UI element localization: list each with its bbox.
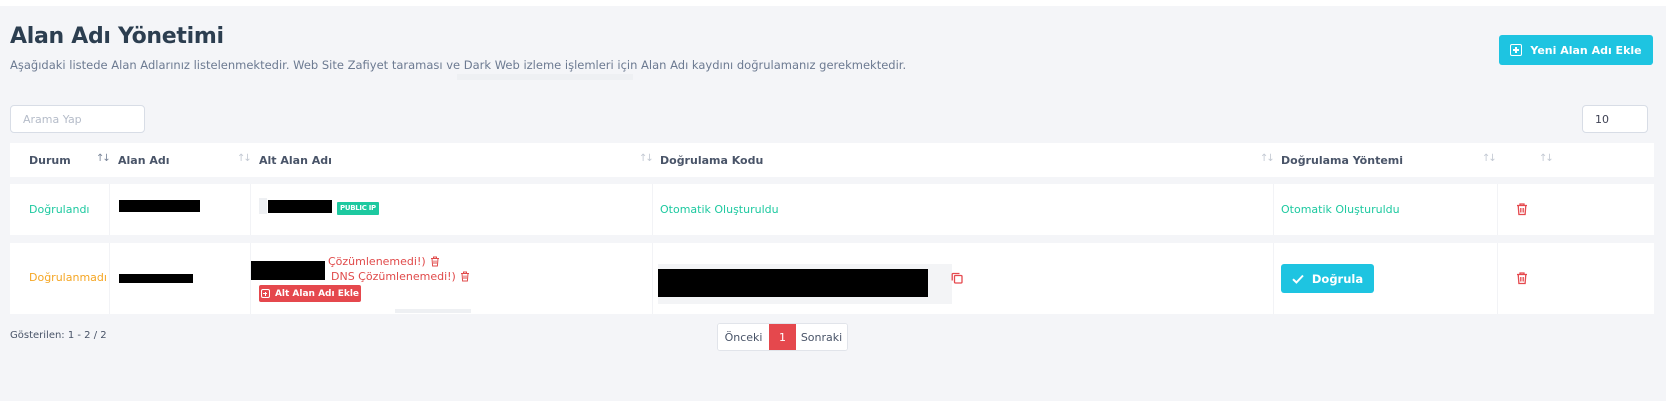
column-header-verification-code[interactable]: Doğrulama Kodu [660,143,763,177]
redacted-subdomain [268,200,332,213]
page-size-value: 10 [1595,112,1609,126]
table-row: Doğrulandı PUBLIC IP Otomatik Oluşturuld… [10,184,1654,235]
cell-divider [1497,184,1498,235]
column-header-label: Doğrulama Yöntemi [1281,153,1404,167]
error-text: DNS Çözümlenemedi!) [331,270,456,283]
faint-artifact [457,74,633,80]
column-header-label: Alan Adı [118,153,170,167]
sort-icon[interactable]: ↑↓ [1260,153,1275,164]
column-header-label: Durum [29,153,71,167]
cell-divider [652,243,653,314]
verification-code: Otomatik Oluşturuldu [660,203,779,216]
subdomain-error: Çözümlenemedi!) [328,255,440,268]
column-header-status[interactable]: Durum [29,143,71,177]
page-title: Alan Adı Yönetimi [10,24,224,49]
redacted-domain [119,200,200,212]
public-ip-badge: PUBLIC IP [337,202,379,215]
sort-icon[interactable]: ↑↓ [96,153,111,164]
plus-square-icon [260,289,270,298]
verify-button[interactable]: Doğrula [1281,264,1374,293]
redacted-subdomain [251,261,325,280]
check-icon [1292,274,1304,284]
search-input[interactable] [10,105,145,133]
pagination: Önceki 1 Sonraki [717,323,848,351]
cell-divider [1273,243,1274,314]
faint-artifact [395,309,471,313]
page-subtitle: Aşağıdaki listede Alan Adlarınız listele… [10,58,907,72]
status-badge: Doğrulandı [29,203,90,216]
table-header: Durum ↑↓ Alan Adı ↑↓ Alt Alan Adı ↑↓ Doğ… [10,143,1654,177]
cell-divider [109,243,110,314]
page-background: Alan Adı Yönetimi Aşağıdaki listede Alan… [0,6,1666,401]
sort-icon[interactable]: ↑↓ [1482,153,1497,164]
cell-divider [1497,243,1498,314]
add-subdomain-button[interactable]: Alt Alan Adı Ekle [259,285,361,302]
cell-divider [652,184,653,235]
cell-divider [1273,184,1274,235]
column-header-label: Alt Alan Adı [259,153,332,167]
column-header-subdomain[interactable]: Alt Alan Adı [259,143,332,177]
prev-page-button[interactable]: Önceki [718,324,769,350]
status-badge: Doğrulanmadı [29,271,107,284]
trash-icon[interactable] [1515,271,1529,285]
subdomain-error: DNS Çözümlenemedi!) [331,270,470,283]
verification-method: Otomatik Oluşturuldu [1281,203,1400,216]
page-size-select[interactable]: 10 [1582,105,1648,133]
cell-divider [250,184,251,235]
sort-icon[interactable]: ↑↓ [639,153,654,164]
pagination-info: Gösterilen: 1 - 2 / 2 [10,330,107,341]
trash-icon[interactable] [1515,202,1529,216]
trash-icon[interactable] [460,271,470,282]
plus-square-icon [1510,44,1523,56]
column-header-label: Doğrulama Kodu [660,153,764,167]
verify-button-label: Doğrula [1311,271,1364,286]
add-subdomain-label: Alt Alan Adı Ekle [274,288,360,299]
error-text: Çözümlenemedi!) [328,255,426,268]
page-number-button[interactable]: 1 [769,324,796,350]
redacted-domain [119,274,193,283]
copy-icon[interactable] [950,271,964,285]
cell-divider [109,184,110,235]
sort-icon[interactable]: ↑↓ [1539,153,1554,164]
add-domain-button-label: Yeni Alan Adı Ekle [1530,43,1642,57]
next-page-button[interactable]: Sonraki [796,324,847,350]
trash-icon[interactable] [430,256,440,267]
column-header-domain[interactable]: Alan Adı [118,143,170,177]
add-domain-button[interactable]: Yeni Alan Adı Ekle [1499,35,1653,65]
faint-artifact [259,198,267,214]
table-row: Doğrulanmadı Çözümlenemedi!) DNS Çözümle… [10,243,1654,314]
column-header-verification-method[interactable]: Doğrulama Yöntemi [1281,143,1403,177]
redacted-verification-code [658,269,928,297]
sort-icon[interactable]: ↑↓ [237,153,252,164]
